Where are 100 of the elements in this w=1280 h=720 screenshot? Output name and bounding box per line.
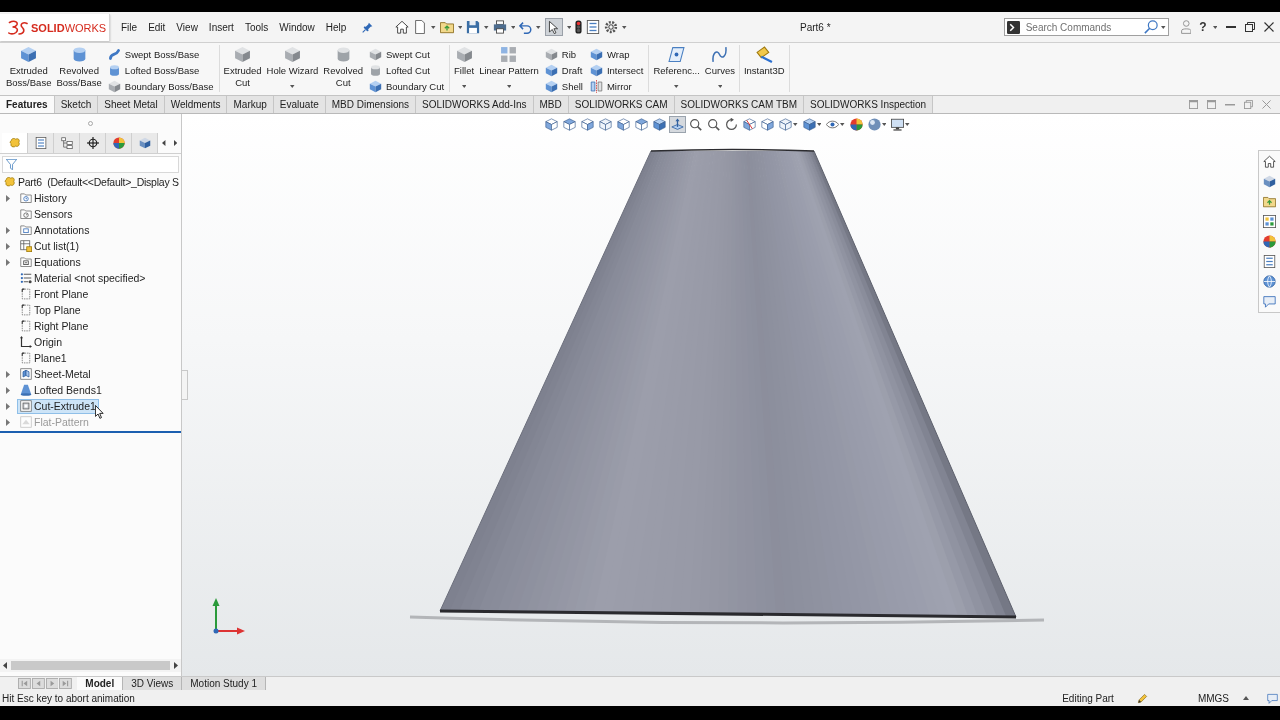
ribbon-button[interactable]: Mirror xyxy=(587,78,646,94)
tab[interactable]: Sketch xyxy=(54,96,99,113)
tree-item[interactable]: Annotations xyxy=(17,222,93,238)
view-button[interactable] xyxy=(687,116,704,133)
cone-model[interactable] xyxy=(439,148,1017,619)
tab[interactable]: MBD Dimensions xyxy=(325,96,416,113)
expand-arrow-icon[interactable] xyxy=(6,402,10,410)
tree-item[interactable]: Cut-Extrude1 xyxy=(17,398,99,414)
select-button[interactable] xyxy=(544,18,563,36)
view-button[interactable] xyxy=(705,116,722,133)
caret-icon[interactable] xyxy=(622,25,627,29)
cube-icon[interactable] xyxy=(1263,175,1276,188)
home-icon[interactable] xyxy=(395,20,410,34)
expand-arrow-icon[interactable] xyxy=(6,226,10,234)
view-button[interactable] xyxy=(597,116,614,133)
pie-icon[interactable] xyxy=(1263,235,1276,248)
ribbon-button[interactable]: Extruded Boss/Base xyxy=(5,45,53,89)
view-button[interactable] xyxy=(561,116,578,133)
expand-arrow-icon[interactable] xyxy=(6,386,10,394)
help-button[interactable]: ? xyxy=(1199,20,1207,34)
ribbon-button[interactable]: Instant3D xyxy=(742,45,786,77)
tab[interactable]: Features xyxy=(0,96,55,113)
ribbon-button[interactable]: Linear Pattern xyxy=(478,45,540,88)
menu-item[interactable]: View xyxy=(176,21,198,33)
tab[interactable]: Markup xyxy=(227,96,274,113)
view-button[interactable] xyxy=(865,116,888,133)
forward-icon[interactable] xyxy=(45,678,59,689)
tree-item[interactable]: Right Plane xyxy=(17,318,92,334)
tab[interactable]: SOLIDWORKS CAM xyxy=(568,96,675,113)
tiles-icon[interactable] xyxy=(1263,215,1276,228)
save-icon[interactable] xyxy=(466,20,481,34)
search-icon[interactable] xyxy=(1143,20,1158,34)
view-button[interactable] xyxy=(633,116,650,133)
search-field[interactable]: Search Commands xyxy=(1003,18,1169,36)
ribbon-button[interactable]: Wrap xyxy=(587,46,646,62)
list-icon[interactable] xyxy=(1263,255,1276,268)
ribbon-button[interactable]: Revolved Cut xyxy=(322,45,364,89)
filter-field[interactable] xyxy=(2,156,179,173)
caret-icon[interactable] xyxy=(510,25,516,29)
ribbon-button[interactable]: Intersect xyxy=(587,62,646,78)
view-button[interactable] xyxy=(741,116,758,133)
undo-icon[interactable] xyxy=(519,20,533,34)
graphics-area[interactable] xyxy=(182,114,1280,676)
caret-icon[interactable] xyxy=(431,25,436,29)
ribbon-button[interactable]: Lofted Cut xyxy=(366,62,447,78)
horizontal-scrollbar[interactable] xyxy=(0,659,181,672)
grip-icon[interactable] xyxy=(88,121,93,126)
caret-left-icon[interactable] xyxy=(162,140,166,146)
ribbon-button[interactable]: Swept Boss/Base xyxy=(105,46,216,62)
menu-item[interactable]: File xyxy=(121,21,138,33)
view-button[interactable] xyxy=(723,116,740,133)
back-icon[interactable] xyxy=(31,678,45,689)
pin-icon[interactable] xyxy=(362,21,374,33)
ribbon-button[interactable]: Lofted Boss/Base xyxy=(105,62,216,78)
ribbon-button[interactable]: Hole Wizard xyxy=(265,45,320,88)
window-icon[interactable] xyxy=(1189,100,1198,109)
view-button[interactable] xyxy=(777,116,800,133)
tab[interactable]: MBD xyxy=(533,96,569,113)
tab[interactable]: SOLIDWORKS Inspection xyxy=(804,96,934,113)
globe-icon[interactable] xyxy=(1263,275,1276,288)
chat-icon[interactable] xyxy=(1267,692,1278,704)
tree-item[interactable]: Front Plane xyxy=(17,286,92,302)
tree-item[interactable]: Sensors xyxy=(17,206,76,222)
tree-item[interactable]: Sheet-Metal xyxy=(17,366,94,382)
caret-right-icon[interactable] xyxy=(173,140,178,146)
ribbon-button[interactable]: Boundary Cut xyxy=(366,78,447,94)
ribbon-button[interactable]: Extruded Cut xyxy=(222,45,263,89)
logo-tab[interactable]: SOLIDWORKS xyxy=(0,14,110,41)
chat-icon[interactable] xyxy=(1263,295,1276,308)
panel-tab[interactable] xyxy=(132,133,159,153)
ribbon-button[interactable]: Boundary Boss/Base xyxy=(105,78,216,94)
menu-item[interactable]: Insert xyxy=(208,21,234,33)
tree-item[interactable]: Plane1 xyxy=(17,350,70,366)
caret-icon[interactable] xyxy=(536,25,541,29)
tree-item[interactable]: Equations xyxy=(17,254,84,270)
tab[interactable]: SOLIDWORKS CAM TBM xyxy=(674,96,805,113)
close-icon[interactable] xyxy=(1264,22,1274,32)
caret-icon[interactable] xyxy=(484,25,489,29)
ribbon-button[interactable]: Curves xyxy=(703,45,736,88)
ribbon-button[interactable]: Revolved Boss/Base xyxy=(55,45,103,89)
tab[interactable]: 3D Views xyxy=(123,677,183,690)
home-icon[interactable] xyxy=(1263,155,1276,168)
traffic-light-icon[interactable] xyxy=(575,20,583,34)
user-icon[interactable] xyxy=(1180,20,1192,34)
gear-icon[interactable] xyxy=(604,20,619,34)
printer-icon[interactable] xyxy=(492,20,507,34)
caret-icon[interactable] xyxy=(457,25,463,29)
ribbon-button[interactable]: Referenc... xyxy=(652,45,701,88)
view-button[interactable] xyxy=(543,116,560,133)
pencil-icon[interactable] xyxy=(1136,692,1148,704)
caret-icon[interactable] xyxy=(1161,25,1166,29)
caret-left-icon[interactable] xyxy=(3,662,7,669)
expand-arrow-icon[interactable] xyxy=(6,258,10,266)
tab[interactable]: Sheet Metal xyxy=(98,96,165,113)
view-button[interactable] xyxy=(669,116,686,133)
expand-arrow-icon[interactable] xyxy=(6,370,10,378)
tab[interactable]: Evaluate xyxy=(273,96,326,113)
tree-item[interactable]: Material <not specified> xyxy=(17,270,149,286)
menu-item[interactable]: Window xyxy=(279,21,315,33)
caret-right-icon[interactable] xyxy=(174,662,178,669)
